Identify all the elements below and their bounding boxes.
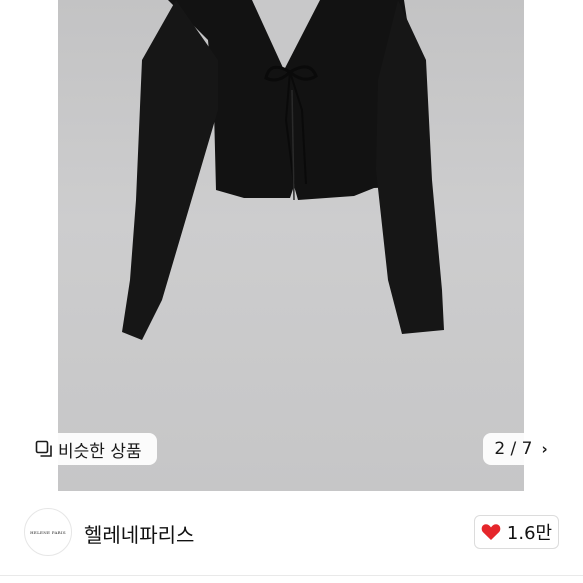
cardigan-illustration (122, 0, 444, 340)
avatar[interactable]: HELENE PARIS (24, 508, 72, 556)
copy-icon (35, 440, 53, 458)
chevron-right-icon: › (541, 440, 548, 458)
seller-name[interactable]: 헬레네파리스 (84, 519, 194, 548)
divider (0, 575, 583, 576)
image-counter: 2 / 7 (494, 439, 533, 459)
image-gallery[interactable]: 비슷한 상품 2 / 7 › (0, 0, 583, 491)
image-counter-button[interactable]: 2 / 7 › (483, 433, 559, 465)
product-photo (58, 0, 524, 491)
similar-items-button[interactable]: 비슷한 상품 (24, 433, 157, 465)
heart-icon (481, 524, 501, 540)
like-count: 1.6만 (506, 523, 553, 544)
avatar-logo-text: HELENE PARIS (30, 529, 66, 535)
like-button[interactable]: 1.6만 (474, 515, 559, 549)
similar-items-label: 비슷한 상품 (58, 441, 142, 462)
product-detail-page: 비슷한 상품 2 / 7 › HELENE PARIS 헬레네파리스 1.6만 (0, 0, 583, 583)
